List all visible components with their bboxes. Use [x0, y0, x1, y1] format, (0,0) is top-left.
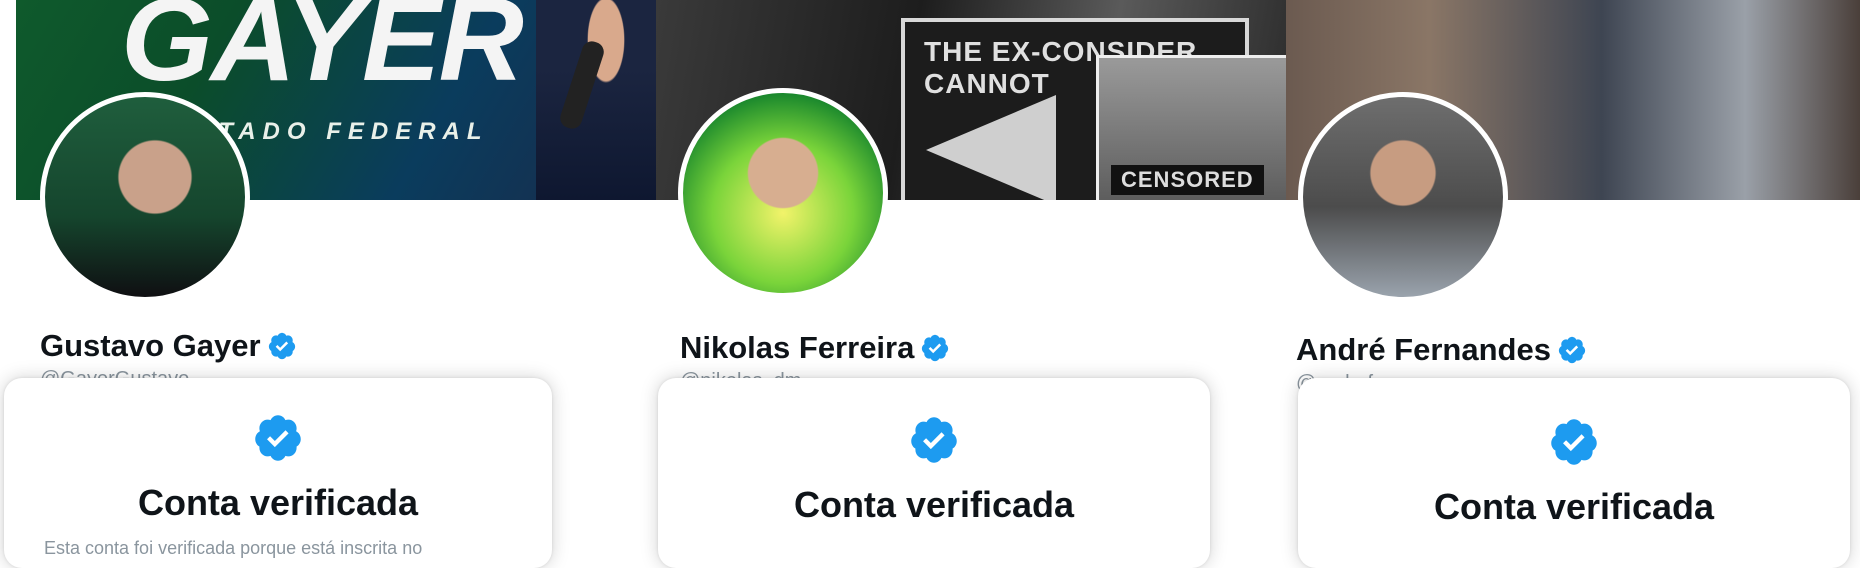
popup-title: Conta verificada — [793, 484, 1075, 525]
profile-name[interactable]: André Fernandes — [1296, 332, 1551, 368]
banner-speaker-photo — [536, 0, 656, 200]
profile-name-row: Gustavo Gayer — [40, 328, 297, 364]
avatar[interactable] — [1298, 92, 1508, 302]
verified-popup-nikolas: Conta verificada — [658, 378, 1210, 568]
verified-badge-icon[interactable] — [267, 331, 297, 361]
verified-badge-icon[interactable] — [1557, 335, 1587, 365]
banner-subtitle: UTADO FEDERAL — [194, 118, 489, 145]
avatar[interactable] — [678, 88, 888, 298]
profile-name-row: André Fernandes — [1296, 332, 1587, 368]
verified-popup-andre: Conta verificada — [1298, 378, 1850, 568]
verified-badge-icon — [911, 417, 957, 463]
verified-badge-icon — [255, 415, 301, 461]
banner-title: GAYER — [121, 0, 524, 106]
profile-name[interactable]: Nikolas Ferreira — [680, 330, 914, 366]
verified-badge-icon — [1551, 419, 1597, 465]
popup-title: Conta verificada — [1433, 486, 1715, 527]
profile-name[interactable]: Gustavo Gayer — [40, 328, 261, 364]
flag-graphic — [926, 95, 1056, 200]
verified-popup-gustavo: Conta verificada Esta conta foi verifica… — [4, 378, 552, 568]
avatar[interactable] — [40, 92, 250, 302]
verified-badge-icon[interactable] — [920, 333, 950, 363]
popup-title: Conta verificada — [137, 482, 419, 523]
profile-name-row: Nikolas Ferreira — [680, 330, 950, 366]
popup-description: Esta conta foi verificada porque está in… — [44, 538, 423, 558]
censored-label: CENSORED — [1111, 165, 1264, 195]
